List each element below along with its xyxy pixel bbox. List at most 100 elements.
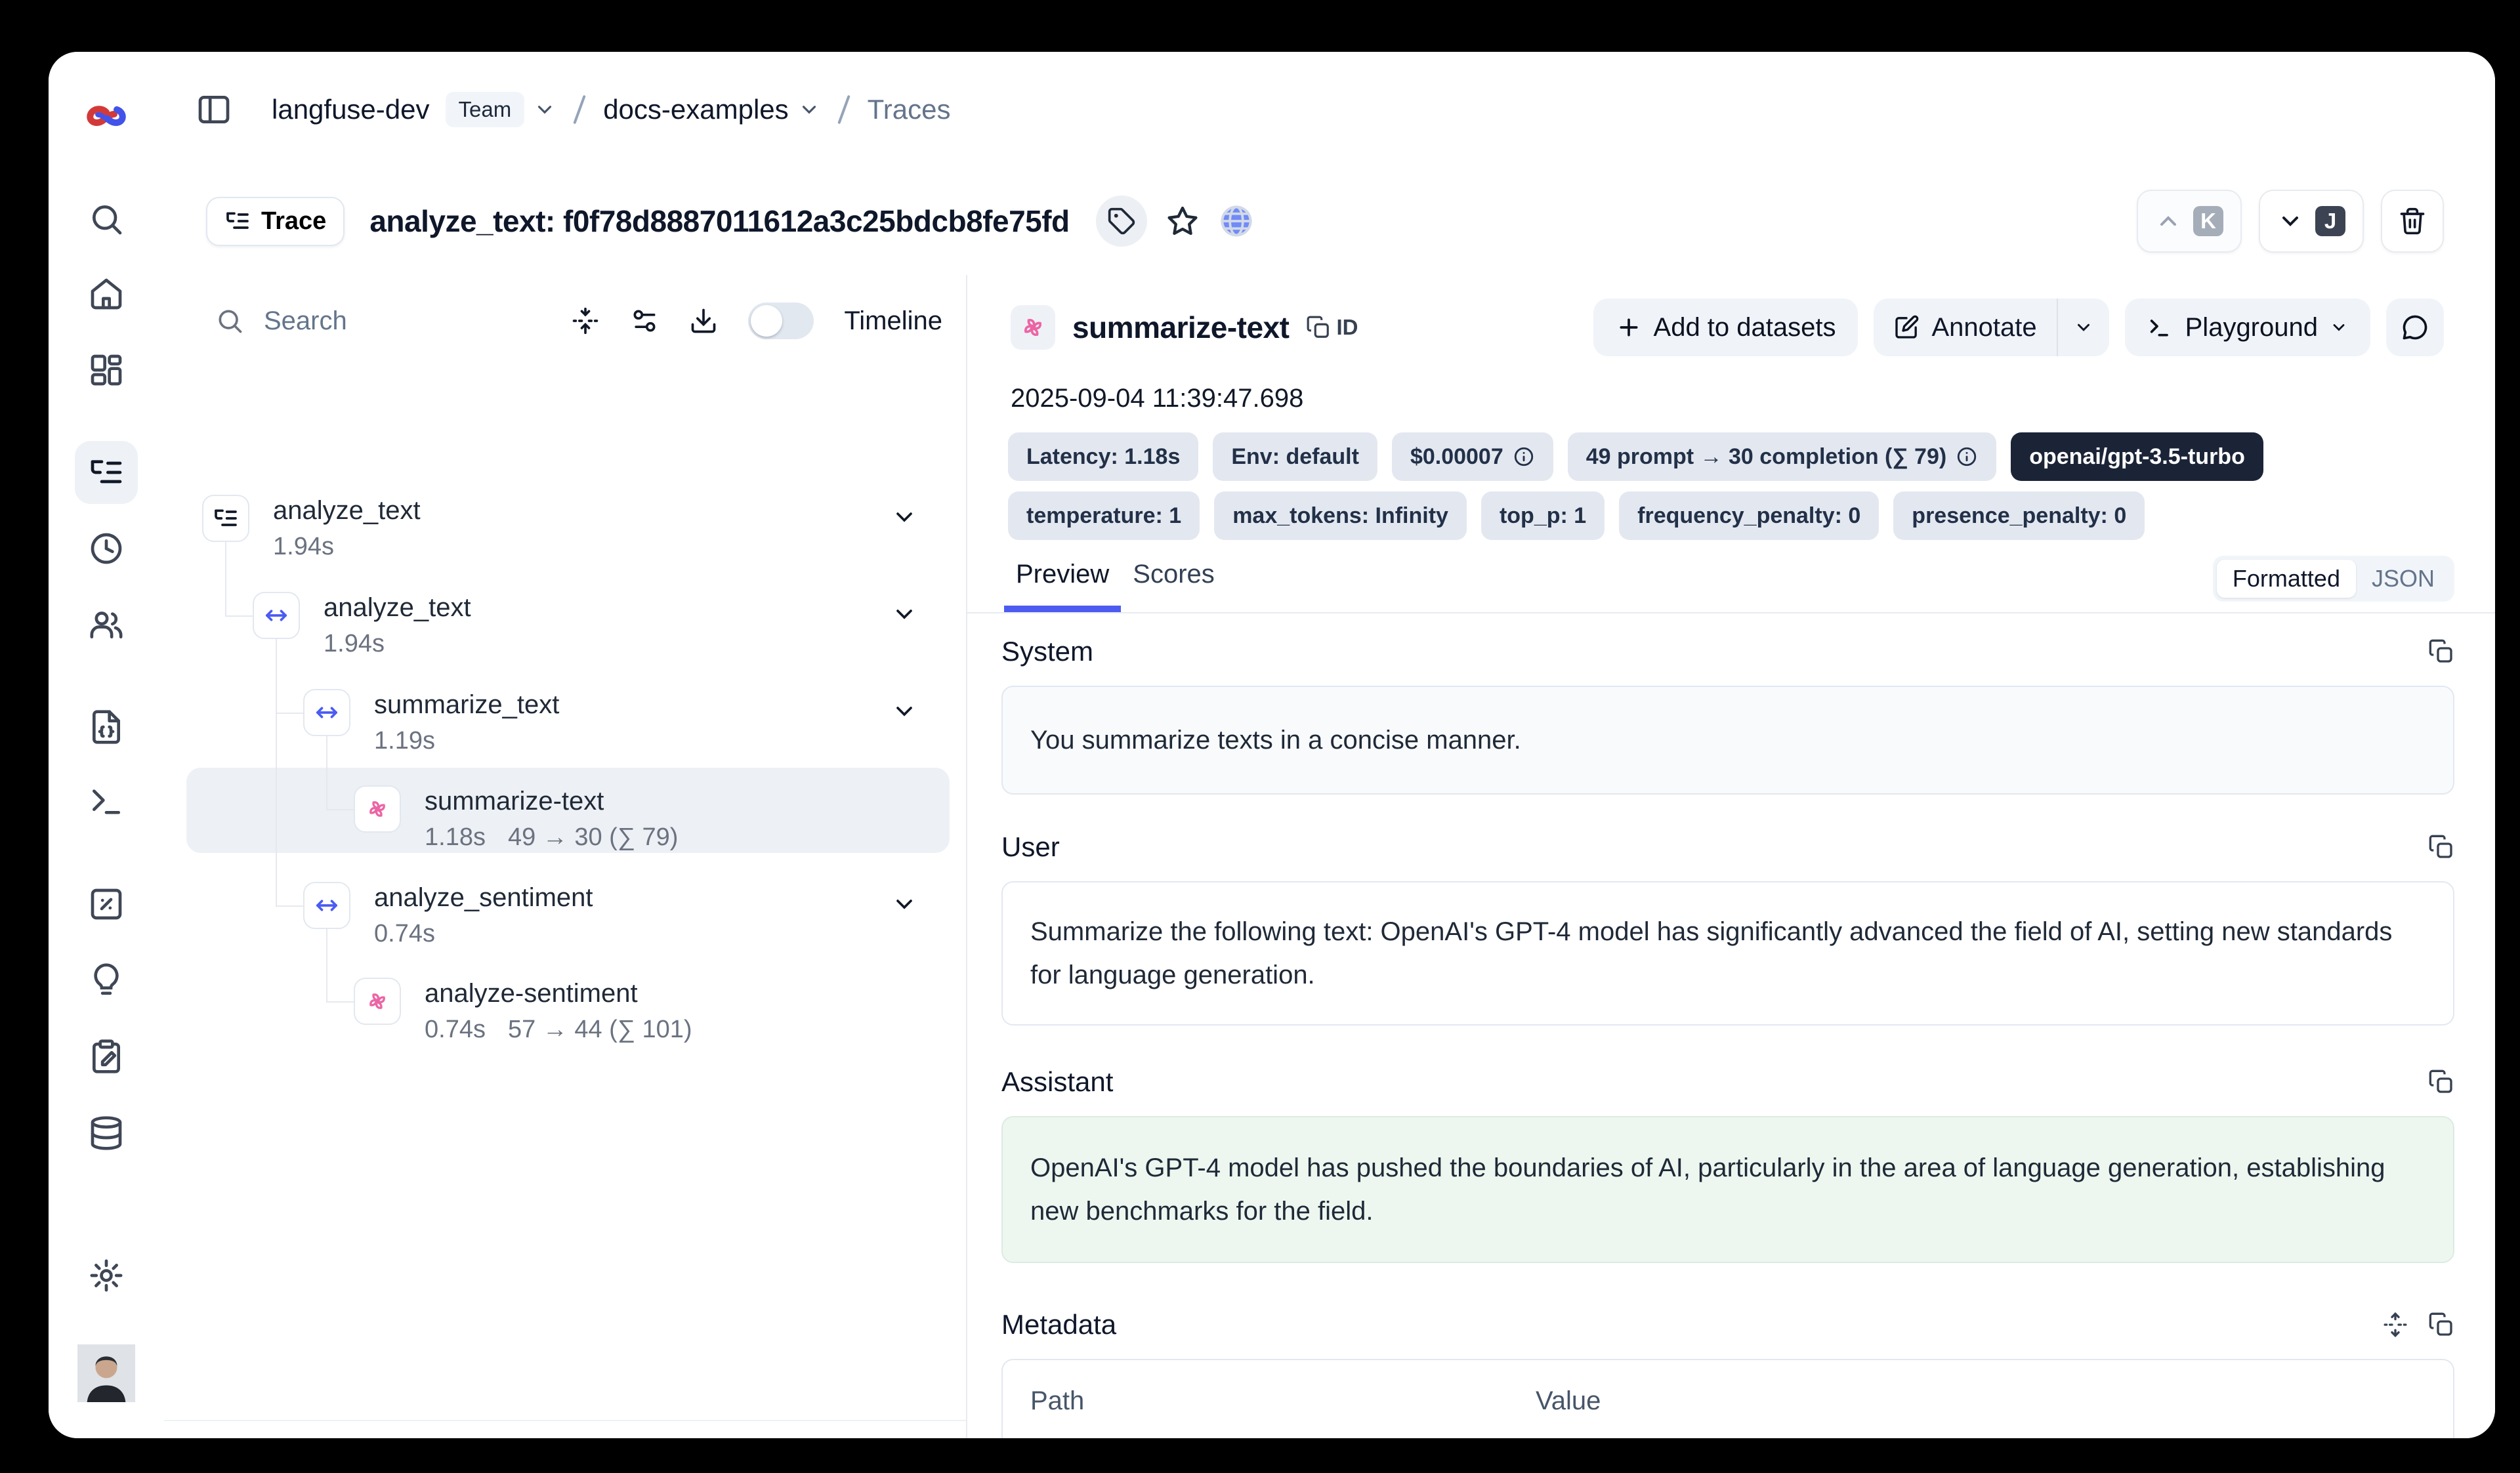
copy-icon[interactable] bbox=[2428, 834, 2454, 860]
display-settings-icon[interactable] bbox=[630, 306, 659, 335]
tag-button[interactable] bbox=[1096, 196, 1147, 247]
sessions-clock-icon[interactable] bbox=[88, 530, 125, 567]
param-badge-temperature: temperature: 1 bbox=[1008, 491, 1200, 540]
plus-icon bbox=[1616, 314, 1642, 341]
timeline-label: Timeline bbox=[844, 306, 942, 336]
settings-gear-icon[interactable] bbox=[88, 1257, 125, 1294]
scores-percent-icon[interactable] bbox=[88, 886, 125, 923]
copy-id-button[interactable]: ID bbox=[1306, 315, 1358, 340]
copy-icon[interactable] bbox=[2428, 638, 2454, 665]
param-badge-frequency-penalty: frequency_penalty: 0 bbox=[1619, 491, 1879, 540]
tree-item-analyze-sentiment-generation[interactable]: analyze-sentiment 0.74s 57 → 44 (∑ 101) bbox=[164, 978, 966, 1075]
chevron-down-icon bbox=[2277, 208, 2303, 234]
tab-scores[interactable]: Scores bbox=[1121, 556, 1227, 604]
search-input[interactable] bbox=[262, 306, 462, 337]
metadata-heading: Metadata bbox=[1001, 1309, 1116, 1340]
param-badge-max-tokens: max_tokens: Infinity bbox=[1214, 491, 1467, 540]
users-icon[interactable] bbox=[88, 606, 125, 643]
system-message: You summarize texts in a concise manner. bbox=[1001, 686, 2454, 795]
breadcrumb-environment[interactable]: docs-examples bbox=[603, 94, 788, 125]
search-nav-icon[interactable] bbox=[88, 201, 125, 238]
format-formatted[interactable]: Formatted bbox=[2217, 560, 2356, 598]
user-avatar[interactable] bbox=[77, 1344, 135, 1402]
breadcrumb-page[interactable]: Traces bbox=[868, 94, 951, 125]
system-message-text: You summarize texts in a concise manner. bbox=[1030, 718, 1521, 762]
dashboard-icon[interactable] bbox=[88, 352, 125, 388]
observation-header: summarize-text ID Add to datasets Annota… bbox=[967, 291, 2495, 364]
trace-type-button[interactable]: Trace bbox=[206, 197, 345, 246]
token-usage-badge[interactable]: 49 prompt → 30 completion (∑ 79) bbox=[1568, 432, 1996, 481]
trace-tree-panel: Timeline analyze_text 1.94s bbox=[164, 275, 967, 1438]
tree-item-analyze_sentiment[interactable]: analyze_sentiment 0.74s bbox=[164, 882, 966, 979]
user-message-text: Summarize the following text: OpenAI's G… bbox=[1030, 910, 2426, 997]
expand-vertical-icon[interactable] bbox=[2382, 1312, 2408, 1338]
span-icon bbox=[303, 689, 350, 736]
model-badge[interactable]: openai/gpt-3.5-turbo bbox=[2011, 432, 2263, 481]
tree-item-tokens: 49 → 30 (∑ 79) bbox=[508, 822, 678, 852]
info-icon bbox=[1513, 446, 1535, 468]
comments-button[interactable] bbox=[2386, 299, 2444, 356]
delete-trace-button[interactable] bbox=[2381, 190, 2444, 253]
chevron-down-icon[interactable] bbox=[891, 891, 917, 917]
observation-title: summarize-text bbox=[1072, 310, 1289, 345]
add-to-datasets-button[interactable]: Add to datasets bbox=[1593, 299, 1858, 356]
copy-icon[interactable] bbox=[2428, 1069, 2454, 1095]
assistant-heading: Assistant bbox=[1001, 1066, 1113, 1098]
tracing-nav-icon[interactable] bbox=[75, 441, 138, 504]
assistant-message: OpenAI's GPT-4 model has pushed the boun… bbox=[1001, 1116, 2454, 1263]
observation-badges-row: Latency: 1.18s Env: default $0.00007 49 … bbox=[1008, 432, 2454, 481]
prev-trace-button[interactable]: K bbox=[2137, 190, 2242, 253]
chevron-down-icon[interactable] bbox=[798, 98, 820, 121]
param-badge-presence-penalty: presence_penalty: 0 bbox=[1893, 491, 2145, 540]
lightbulb-icon[interactable] bbox=[88, 962, 125, 999]
chevron-down-icon[interactable] bbox=[891, 698, 917, 724]
breadcrumb-separator bbox=[573, 95, 585, 125]
list-tree-icon bbox=[224, 208, 251, 234]
chevron-down-icon[interactable] bbox=[891, 504, 917, 530]
chevron-up-icon bbox=[2155, 208, 2181, 234]
trace-header-row: Trace analyze_text: f0f78d8887011612a3c2… bbox=[164, 167, 2495, 276]
info-icon bbox=[1956, 446, 1978, 468]
tree-item-label: analyze-sentiment bbox=[425, 979, 638, 1008]
bookmark-star-button[interactable] bbox=[1166, 204, 1200, 238]
format-json[interactable]: JSON bbox=[2356, 560, 2450, 598]
tree-item-duration: 0.74s bbox=[425, 1014, 486, 1045]
tree-item-summarize-text-generation[interactable]: summarize-text 1.18s 49 → 30 (∑ 79) bbox=[164, 785, 966, 882]
annotate-button[interactable]: Annotate bbox=[1874, 299, 2056, 356]
public-globe-button[interactable] bbox=[1218, 203, 1255, 239]
observation-timestamp: 2025-09-04 11:39:47.698 bbox=[1011, 384, 1303, 413]
observation-actions: Add to datasets Annotate Playground bbox=[1593, 299, 2444, 356]
tree-item-summarize_text[interactable]: summarize_text 1.19s bbox=[164, 689, 966, 786]
breadcrumb-separator bbox=[837, 95, 850, 125]
chevron-down-icon[interactable] bbox=[534, 98, 556, 121]
collapse-vertical-icon[interactable] bbox=[571, 306, 600, 335]
tree-item-duration: 1.94s bbox=[324, 629, 385, 659]
chevron-down-icon[interactable] bbox=[891, 601, 917, 627]
assistant-section-header: Assistant bbox=[1001, 1066, 2454, 1098]
trace-nav-group: K J bbox=[2137, 190, 2444, 253]
copy-icon[interactable] bbox=[2428, 1312, 2454, 1338]
breadcrumb-project[interactable]: langfuse-dev bbox=[272, 94, 430, 125]
top-bar: langfuse-dev Team docs-examples Traces bbox=[164, 52, 2495, 167]
cost-badge[interactable]: $0.00007 bbox=[1392, 432, 1553, 481]
tree-item-duration: 1.18s bbox=[425, 822, 486, 852]
timeline-toggle[interactable] bbox=[748, 302, 814, 339]
sidebar-toggle-icon[interactable] bbox=[196, 91, 232, 128]
playground-terminal-icon[interactable] bbox=[88, 783, 125, 820]
system-heading: System bbox=[1001, 636, 1093, 667]
annotation-clipboard-icon[interactable] bbox=[88, 1038, 125, 1075]
search-icon bbox=[215, 306, 244, 335]
playground-label: Playground bbox=[2185, 313, 2318, 342]
tab-preview[interactable]: Preview bbox=[1004, 556, 1121, 604]
prompts-file-icon[interactable] bbox=[88, 709, 125, 745]
home-icon[interactable] bbox=[88, 276, 125, 312]
annotate-dropdown-chevron[interactable] bbox=[2058, 299, 2109, 356]
playground-button[interactable]: Playground bbox=[2125, 299, 2370, 356]
tree-item-analyze_text-span[interactable]: analyze_text 1.94s bbox=[164, 592, 966, 689]
database-icon[interactable] bbox=[88, 1115, 125, 1151]
assistant-message-text: OpenAI's GPT-4 model has pushed the boun… bbox=[1030, 1146, 2426, 1233]
next-trace-button[interactable]: J bbox=[2259, 190, 2364, 253]
tree-item-analyze_text-root[interactable]: analyze_text 1.94s bbox=[164, 495, 966, 592]
chevron-down-icon bbox=[2330, 318, 2348, 337]
download-icon[interactable] bbox=[689, 306, 718, 335]
